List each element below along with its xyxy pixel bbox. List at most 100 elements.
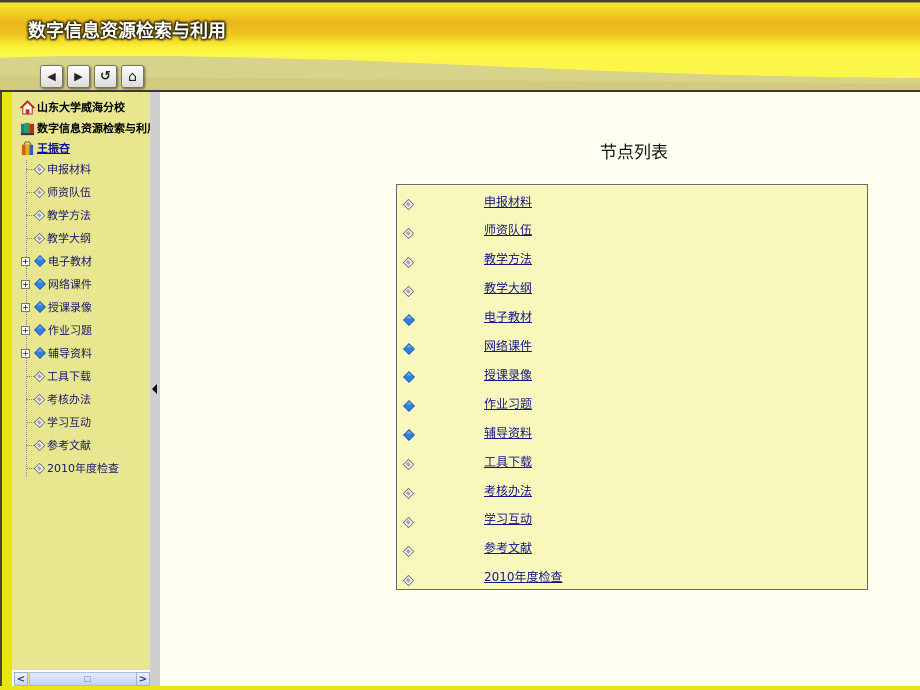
document-icon	[34, 186, 45, 198]
sidebar-item[interactable]: + 辅导资料	[21, 344, 92, 362]
plus-sign: +	[22, 348, 29, 358]
expand-toggle-icon[interactable]: +	[21, 279, 30, 289]
refresh-button[interactable]: ↺	[94, 65, 117, 88]
node-link[interactable]: 参考文献	[484, 539, 532, 556]
folder-icon	[403, 342, 415, 355]
house-icon	[20, 99, 35, 115]
sidebar-item[interactable]: 师资队伍	[22, 183, 91, 201]
row-icon	[402, 455, 415, 471]
chevron-left-icon: <	[16, 673, 26, 685]
sidebar-item[interactable]: 教学方法	[22, 206, 91, 224]
forward-button[interactable]: ▶	[67, 65, 90, 88]
expand-toggle-icon[interactable]: +	[21, 348, 30, 358]
node-link[interactable]: 教学方法	[484, 250, 532, 267]
scroll-right-button[interactable]: >	[136, 672, 150, 686]
sidebar-item[interactable]: + 电子教材	[21, 252, 92, 270]
sidebar-item[interactable]: + 作业习题	[21, 321, 92, 339]
document-icon	[402, 545, 415, 557]
node-link[interactable]: 学习互动	[484, 510, 532, 527]
folder-icon	[34, 278, 46, 290]
sidebar-item-label: 作业习题	[48, 324, 92, 337]
tree-root-label: 数字信息资源检索与利用	[37, 122, 158, 135]
table-row: 2010年度检查	[397, 567, 867, 587]
document-icon	[34, 209, 45, 221]
sidebar-item-label: 教学大纲	[47, 232, 91, 245]
sidebar-horizontal-scrollbar[interactable]: < >	[14, 672, 150, 686]
collapse-sidebar-icon[interactable]	[152, 384, 157, 394]
document-icon	[34, 462, 45, 474]
row-icon	[402, 195, 415, 211]
tree-branch-line	[26, 168, 34, 170]
document-icon	[402, 256, 415, 268]
tree-root-course[interactable]: 数字信息资源检索与利用	[20, 119, 158, 137]
sidebar-item[interactable]: 申报材料	[22, 160, 91, 178]
tree-branch-line	[26, 444, 34, 446]
sidebar-item-label: 工具下载	[47, 370, 91, 383]
sidebar-item[interactable]: 2010年度检查	[22, 459, 119, 477]
sidebar-item-label: 师资队伍	[47, 186, 91, 199]
books-icon	[20, 122, 35, 135]
table-row: 电子教材	[397, 307, 867, 327]
node-link[interactable]: 电子教材	[484, 308, 532, 325]
app-title: 数字信息资源检索与利用	[28, 21, 226, 42]
sidebar-item[interactable]: 学习互动	[22, 413, 91, 431]
table-row: 作业习题	[397, 393, 867, 413]
expand-toggle-icon[interactable]: +	[21, 325, 30, 335]
document-icon	[402, 198, 415, 211]
node-link[interactable]: 考核办法	[484, 482, 532, 499]
tree-branch-line	[26, 398, 34, 400]
sidebar-item-label: 考核办法	[47, 393, 91, 406]
tree-branch-line	[26, 191, 34, 193]
sidebar-item-label: 授课录像	[48, 301, 92, 314]
tree-branch-line	[26, 467, 34, 469]
sidebar-item[interactable]: 教学大纲	[22, 229, 91, 247]
folder-icon	[34, 301, 46, 313]
document-icon	[34, 163, 45, 175]
tree-root-teacher[interactable]: 王振夻	[20, 139, 70, 157]
table-row: 参考文献	[397, 538, 867, 558]
node-link[interactable]: 申报材料	[484, 193, 532, 210]
node-link[interactable]: 教学大纲	[484, 279, 532, 296]
document-icon	[34, 416, 45, 428]
tree-root-school[interactable]: 山东大学威海分校	[20, 98, 125, 116]
table-row: 教学方法	[397, 249, 867, 269]
row-icon	[403, 368, 415, 384]
sidebar-item[interactable]: + 授课录像	[21, 298, 92, 316]
row-icon	[402, 484, 415, 500]
right-arrow-icon: ▶	[74, 70, 83, 83]
sidebar-item-label: 教学方法	[47, 209, 91, 222]
refresh-icon: ↺	[100, 69, 111, 84]
sidebar-item[interactable]: 考核办法	[22, 390, 91, 408]
tree-root-label: 山东大学威海分校	[37, 101, 125, 114]
scroll-left-button[interactable]: <	[14, 672, 28, 686]
page-title: 节点列表	[600, 143, 668, 163]
node-link[interactable]: 工具下载	[484, 453, 532, 470]
folder-books-icon	[21, 140, 34, 155]
node-link[interactable]: 师资队伍	[484, 221, 532, 238]
sidebar-item[interactable]: 工具下载	[22, 367, 91, 385]
sidebar-item[interactable]: 参考文献	[22, 436, 91, 454]
node-link[interactable]: 辅导资料	[484, 424, 532, 441]
node-link[interactable]: 作业习题	[484, 395, 532, 412]
sidebar-item-label: 辅导资料	[48, 347, 92, 360]
sidebar-item-label: 网络课件	[48, 278, 92, 291]
document-icon	[402, 227, 415, 240]
expand-toggle-icon[interactable]: +	[21, 256, 30, 266]
back-button[interactable]: ◀	[40, 65, 63, 88]
row-icon	[402, 282, 415, 297]
plus-sign: +	[22, 325, 29, 335]
home-button[interactable]: ⌂	[121, 65, 144, 88]
sidebar-item-label: 参考文献	[47, 439, 91, 452]
scrollbar-thumb[interactable]	[29, 672, 147, 686]
table-row: 学习互动	[397, 509, 867, 529]
expand-toggle-icon[interactable]: +	[21, 302, 30, 312]
node-link[interactable]: 网络课件	[484, 337, 532, 354]
sidebar-item-label: 2010年度检查	[47, 462, 119, 475]
folder-icon	[403, 429, 415, 442]
row-icon	[403, 311, 415, 326]
sidebar-item[interactable]: + 网络课件	[21, 275, 92, 293]
node-link[interactable]: 2010年度检查	[484, 568, 563, 585]
app-window: 数字信息资源检索与利用 ◀ ▶ ↺ ⌂ 山东大学威海分校 数字信息资源检索与利用	[0, 0, 920, 690]
bottom-border-stripe	[0, 686, 920, 690]
node-link[interactable]: 授课录像	[484, 366, 532, 383]
